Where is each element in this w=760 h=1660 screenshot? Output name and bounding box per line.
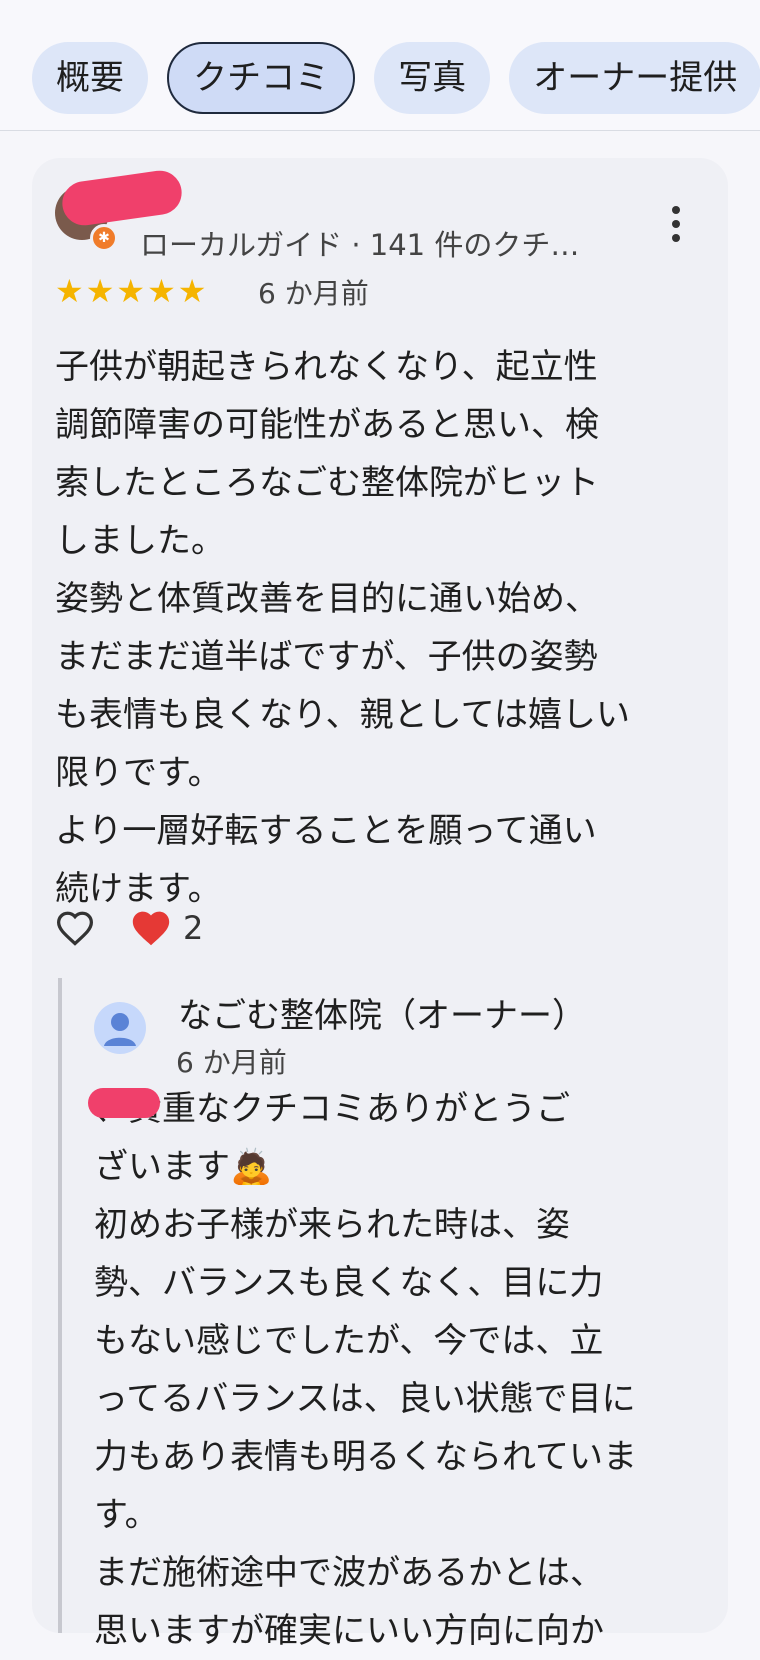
- tab-photos[interactable]: 写真: [374, 42, 491, 114]
- reaction-count: 2: [183, 909, 204, 947]
- tab-bar: 概要 クチコミ 写真 オーナー提供: [32, 42, 760, 114]
- tab-owner-content[interactable]: オーナー提供: [509, 42, 760, 114]
- reply-divider: [58, 978, 62, 1633]
- owner-name: なごむ整体院（オーナー）: [178, 996, 586, 1036]
- owner-avatar-icon: [94, 1002, 146, 1054]
- heart-reaction-icon[interactable]: [129, 908, 173, 948]
- tab-overview[interactable]: 概要: [32, 42, 148, 114]
- owner-reply-text: 、貴重なクチコミありがとうご ざいます🙇 初めお子様が来られた時は、姿 勢、バラ…: [94, 1089, 637, 1651]
- review-time: 6 か月前: [258, 277, 369, 310]
- local-guide-badge-icon: ✱: [90, 224, 118, 252]
- review-text: 子供が朝起きられなくなり、起立性 調節障害の可能性があると思い、検 索したところ…: [55, 347, 630, 909]
- review-actions: 2: [55, 908, 203, 948]
- more-options-icon[interactable]: [668, 206, 684, 246]
- like-heart-outline-icon[interactable]: [55, 910, 95, 946]
- reviewer-meta[interactable]: ローカルガイド · 141 件のクチ…: [140, 222, 579, 264]
- redacted-name-in-reply: [88, 1088, 160, 1118]
- rating-stars: ★★★★★: [55, 272, 209, 310]
- owner-reply-time: 6 か月前: [176, 1046, 287, 1079]
- tab-reviews[interactable]: クチコミ: [167, 42, 356, 114]
